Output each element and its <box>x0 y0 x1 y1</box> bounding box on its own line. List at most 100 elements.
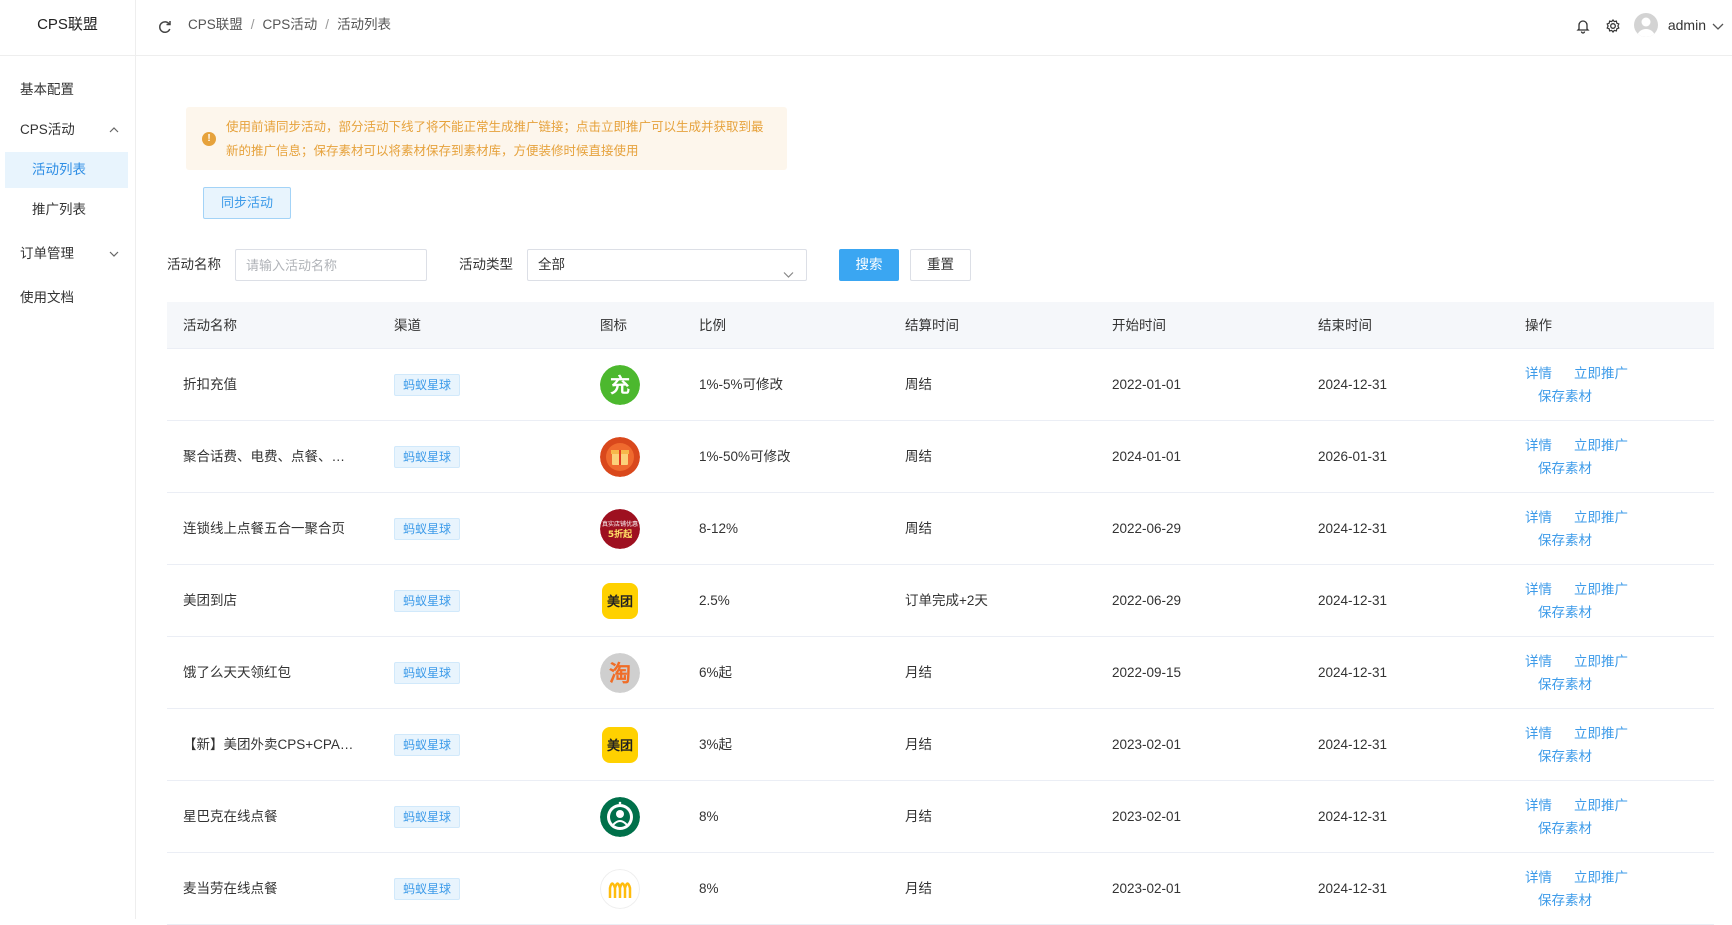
save-material-link[interactable]: 保存素材 <box>1538 389 1592 404</box>
activity-name-input[interactable] <box>235 249 427 281</box>
meituan-icon: 美团 <box>600 581 640 621</box>
settle-time: 周结 <box>905 521 932 536</box>
detail-link[interactable]: 详情 <box>1525 726 1552 741</box>
start-date: 2023-02-01 <box>1112 809 1182 824</box>
row-actions: 详情 立即推广 保存素材 <box>1525 794 1645 840</box>
sync-activities-button[interactable]: 同步活动 <box>203 187 291 219</box>
gear-icon[interactable] <box>1604 17 1622 35</box>
detail-link[interactable]: 详情 <box>1525 654 1552 669</box>
start-date: 2024-01-01 <box>1112 449 1182 464</box>
breadcrumb-item[interactable]: CPS联盟 <box>188 17 243 32</box>
sidebar-item-cps-activity[interactable]: CPS活动 <box>0 112 135 148</box>
row-actions: 详情 立即推广 保存素材 <box>1525 866 1645 912</box>
sidebar: CPS联盟 基本配置 CPS活动 活动列表 推广列表 订单管理 使用文档 <box>0 0 136 919</box>
save-material-link[interactable]: 保存素材 <box>1538 749 1592 764</box>
table-row: 美团到店 蚂蚁星球 美团 2.5% 订单完成+2天 2022-06-29 202… <box>167 565 1714 637</box>
ratio: 3%起 <box>699 737 733 752</box>
reset-button[interactable]: 重置 <box>910 249 971 281</box>
taobao-glyph: 淘 <box>609 661 631 687</box>
charge-icon: 充 <box>600 365 640 405</box>
promote-link[interactable]: 立即推广 <box>1574 510 1628 525</box>
sidebar-item-basic-config[interactable]: 基本配置 <box>0 72 135 108</box>
username[interactable]: admin <box>1668 0 1706 50</box>
channel-tag: 蚂蚁星球 <box>394 374 461 396</box>
breadcrumb-separator: / <box>325 17 330 32</box>
column-header: 结算时间 <box>905 318 959 333</box>
breadcrumb-item[interactable]: CPS活动 <box>263 17 318 32</box>
save-material-link[interactable]: 保存素材 <box>1538 821 1592 836</box>
table-row: 聚合话费、电费、点餐、… 蚂蚁星球 1%-50%可修改 周结 2024-01-0… <box>167 421 1714 493</box>
end-date: 2024-12-31 <box>1318 665 1388 680</box>
save-material-link[interactable]: 保存素材 <box>1538 533 1592 548</box>
promote-link[interactable]: 立即推广 <box>1574 798 1628 813</box>
activity-name: 折扣充值 <box>183 377 237 392</box>
table-row: 【新】美团外卖CPS+CPA… 蚂蚁星球 美团 3%起 月结 2023-02-0… <box>167 709 1714 781</box>
sidebar-item-order-management[interactable]: 订单管理 <box>0 236 135 272</box>
bell-icon[interactable] <box>1574 17 1592 35</box>
settle-time: 订单完成+2天 <box>905 593 988 608</box>
save-material-link[interactable]: 保存素材 <box>1538 677 1592 692</box>
end-date: 2024-12-31 <box>1318 593 1388 608</box>
save-material-link[interactable]: 保存素材 <box>1538 461 1592 476</box>
start-date: 2023-02-01 <box>1112 737 1182 752</box>
activity-name: 连锁线上点餐五合一聚合页 <box>183 521 345 536</box>
sidebar-item-activity-list[interactable]: 活动列表 <box>5 152 128 188</box>
ratio: 8% <box>699 809 719 824</box>
detail-link[interactable]: 详情 <box>1525 510 1552 525</box>
table-header: 活动名称 渠道 图标 比例 结算时间 开始时间 结束时间 操作 <box>167 302 1714 349</box>
detail-link[interactable]: 详情 <box>1525 798 1552 813</box>
start-date: 2022-06-29 <box>1112 521 1182 536</box>
detail-link[interactable]: 详情 <box>1525 438 1552 453</box>
table-row: 麦当劳在线点餐 蚂蚁星球 8% 月结 2023-02-01 2024-12-31… <box>167 853 1714 925</box>
sidebar-item-label: 推广列表 <box>32 202 86 217</box>
row-actions: 详情 立即推广 保存素材 <box>1525 506 1645 552</box>
promote-link[interactable]: 立即推广 <box>1574 654 1628 669</box>
column-header: 渠道 <box>394 318 421 333</box>
activity-type-select[interactable]: 全部 <box>527 249 807 281</box>
channel-tag: 蚂蚁星球 <box>394 734 461 756</box>
promote-link[interactable]: 立即推广 <box>1574 870 1628 885</box>
sidebar-item-promotion-list[interactable]: 推广列表 <box>0 192 135 228</box>
sidebar-item-label: 基本配置 <box>20 82 74 97</box>
detail-link[interactable]: 详情 <box>1525 582 1552 597</box>
ratio: 1%-5%可修改 <box>699 377 784 392</box>
header-actions: admin <box>1532 0 1732 50</box>
save-material-link[interactable]: 保存素材 <box>1538 893 1592 908</box>
promote-link[interactable]: 立即推广 <box>1574 366 1628 381</box>
activity-name: 聚合话费、电费、点餐、… <box>183 449 345 464</box>
save-material-link[interactable]: 保存素材 <box>1538 605 1592 620</box>
avatar[interactable] <box>1634 13 1658 37</box>
channel-tag: 蚂蚁星球 <box>394 590 461 612</box>
chevron-down-icon[interactable] <box>1712 19 1724 35</box>
activity-type-label: 活动类型 <box>459 257 513 272</box>
sidebar-item-docs[interactable]: 使用文档 <box>0 280 135 316</box>
row-actions: 详情 立即推广 保存素材 <box>1525 362 1645 408</box>
refresh-icon[interactable] <box>156 18 174 36</box>
sidebar-item-label: 使用文档 <box>20 290 74 305</box>
start-date: 2022-09-15 <box>1112 665 1182 680</box>
promote-link[interactable]: 立即推广 <box>1574 726 1628 741</box>
meituan-glyph: 美团 <box>607 594 633 610</box>
sidebar-item-label: CPS活动 <box>20 122 75 137</box>
channel-tag: 蚂蚁星球 <box>394 878 461 900</box>
search-button[interactable]: 搜索 <box>839 249 899 281</box>
promote-link[interactable]: 立即推广 <box>1574 438 1628 453</box>
detail-link[interactable]: 详情 <box>1525 870 1552 885</box>
end-date: 2024-12-31 <box>1318 377 1388 392</box>
charge-glyph: 充 <box>610 373 630 397</box>
table-row: 星巴克在线点餐 蚂蚁星球 8% 月结 2023-02-01 2024-12-31… <box>167 781 1714 853</box>
end-date: 2024-12-31 <box>1318 809 1388 824</box>
food-promo-icon: 真实店铺优惠 5折起 <box>600 509 640 549</box>
detail-link[interactable]: 详情 <box>1525 366 1552 381</box>
start-date: 2022-01-01 <box>1112 377 1182 392</box>
sidebar-item-label: 活动列表 <box>32 162 86 177</box>
food-promo-bottom-text: 5折起 <box>608 528 633 540</box>
ratio: 1%-50%可修改 <box>699 449 791 464</box>
column-header: 图标 <box>600 318 627 333</box>
column-header: 操作 <box>1525 318 1552 333</box>
meituan-icon: 美团 <box>600 725 640 765</box>
ratio: 8-12% <box>699 521 739 536</box>
starbucks-icon <box>600 797 640 837</box>
channel-tag: 蚂蚁星球 <box>394 446 461 468</box>
promote-link[interactable]: 立即推广 <box>1574 582 1628 597</box>
